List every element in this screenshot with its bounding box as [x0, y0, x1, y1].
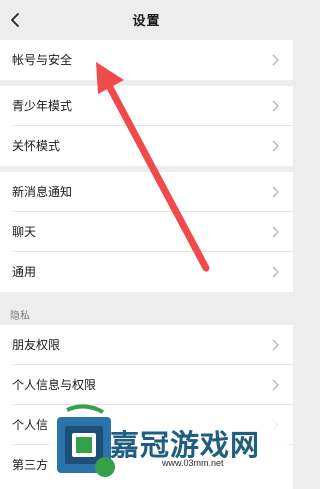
watermark-url: www.03mm.net [162, 458, 224, 468]
